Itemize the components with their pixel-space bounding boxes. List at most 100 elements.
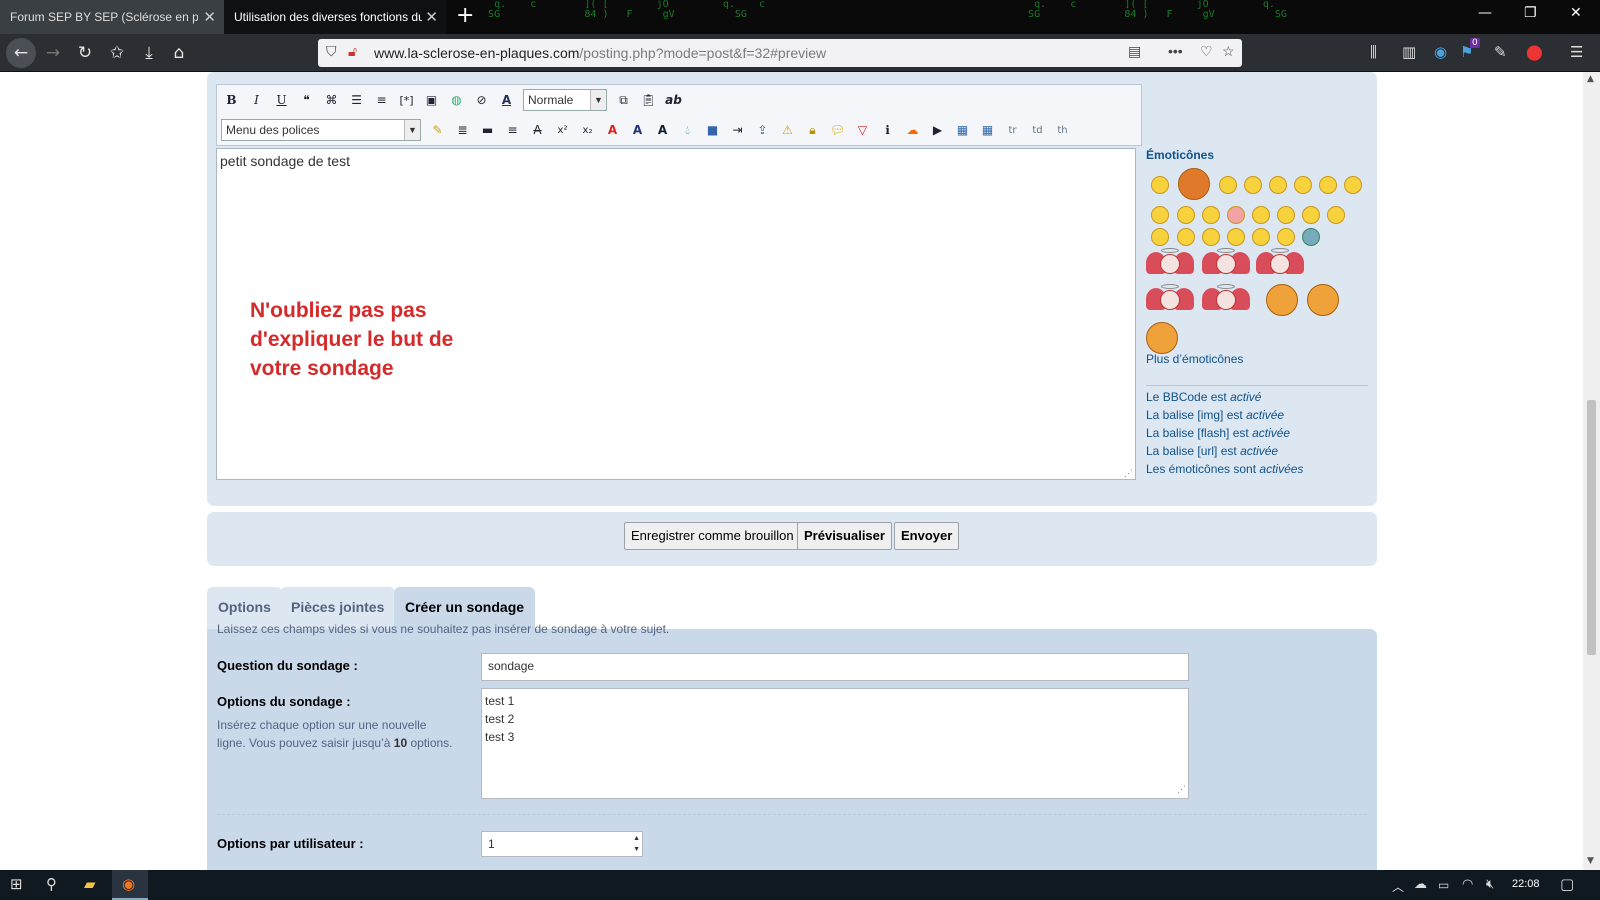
flash-icon[interactable]: ⊘	[473, 92, 490, 109]
paste-icon[interactable]: 📋︎	[640, 92, 657, 109]
smiley-angry-icon[interactable]	[1178, 168, 1210, 200]
smiley-evil-icon[interactable]	[1277, 206, 1295, 224]
angel-heart-icon[interactable]	[1146, 248, 1194, 278]
smiley-big-grin-icon[interactable]	[1307, 284, 1339, 316]
smiley-mad-icon[interactable]	[1177, 206, 1195, 224]
warning-icon[interactable]: ⚠	[779, 122, 796, 139]
speech-icon[interactable]: 💬︎	[829, 122, 846, 139]
pocket-icon[interactable]: ♡	[1200, 43, 1213, 60]
smiley-big-grin-icon[interactable]	[1146, 322, 1178, 354]
table-cell-button[interactable]: td	[1029, 122, 1046, 139]
font-family-select[interactable]: Menu des polices ▼	[221, 119, 421, 141]
tab-forum[interactable]: Forum SEP BY SEP (Sclérose en plaques) ✕	[0, 0, 224, 34]
upload-icon[interactable]: ⇪	[754, 122, 771, 139]
copy-icon[interactable]: ⧉	[615, 92, 632, 109]
insecure-lock-icon[interactable]: 🔓︎	[348, 43, 357, 60]
url-icon[interactable]: ◍	[448, 92, 465, 109]
highlight-icon[interactable]: ✎	[429, 122, 446, 139]
image-icon[interactable]: ▣	[423, 92, 440, 109]
library-icon[interactable]: ⫼	[1370, 43, 1377, 61]
smiley-confused-icon[interactable]	[1319, 176, 1337, 194]
align-right-icon[interactable]: ≡	[504, 122, 521, 139]
download-icon[interactable]: ⤓	[136, 40, 162, 66]
angel-heart-icon[interactable]	[1146, 284, 1194, 314]
stepper-arrows-icon[interactable]: ▲ ▼	[633, 833, 640, 855]
ordered-list-icon[interactable]: ≡	[373, 92, 390, 109]
poll-question-input[interactable]: sondage	[481, 653, 1189, 681]
firefox-taskbar-button[interactable]: ◉	[112, 870, 148, 900]
smiley-grin-icon[interactable]	[1151, 176, 1169, 194]
new-tab-button[interactable]: +	[456, 3, 474, 29]
restore-button[interactable]: ❐	[1524, 5, 1537, 21]
smiley-cry-icon[interactable]	[1252, 206, 1270, 224]
reader-view-icon[interactable]: ▤	[1128, 43, 1141, 60]
page-actions-icon[interactable]: •••	[1168, 43, 1183, 59]
shield-icon[interactable]: ⛉	[326, 43, 337, 60]
pocket-save-icon[interactable]: ✩	[104, 40, 130, 66]
windows-start-icon[interactable]: ⊞	[10, 875, 23, 893]
minimize-button[interactable]: —	[1478, 5, 1492, 21]
extension-icon[interactable]: ⬤	[1526, 43, 1543, 61]
url-text[interactable]: www.la-sclerose-en-plaques.com/posting.p…	[374, 45, 826, 61]
strike-icon[interactable]: A	[529, 122, 546, 139]
align-center-icon[interactable]: ≣	[454, 122, 471, 139]
arrow-icon[interactable]	[1252, 228, 1270, 246]
table-icon[interactable]: ▦	[954, 122, 971, 139]
scroll-down-icon[interactable]: ▼	[1587, 856, 1594, 866]
save-draft-button[interactable]: Enregistrer comme brouillon	[624, 522, 801, 550]
onedrive-icon[interactable]: ☁	[1414, 877, 1427, 892]
italic-button[interactable]: I	[248, 92, 265, 109]
table-row-button[interactable]: tr	[1004, 122, 1021, 139]
font-size-select[interactable]: Normale ▼	[523, 89, 607, 111]
search-icon[interactable]: ⚲	[46, 875, 57, 893]
smiley-sad-icon[interactable]	[1244, 176, 1262, 194]
smiley-geek-icon[interactable]	[1302, 228, 1320, 246]
smiley-roll-icon[interactable]	[1327, 206, 1345, 224]
list-icon[interactable]: ☰	[348, 92, 365, 109]
text-outline-icon[interactable]: A	[654, 122, 671, 139]
text-glow-icon[interactable]: A	[629, 122, 646, 139]
smiley-twisted-icon[interactable]	[1302, 206, 1320, 224]
menu-icon[interactable]: ☰	[1570, 43, 1583, 61]
table-grid-icon[interactable]: ▦	[979, 122, 996, 139]
submit-button[interactable]: Envoyer	[894, 522, 960, 550]
quote-icon[interactable]: ❝	[298, 92, 315, 109]
smiley-big-grin-icon[interactable]	[1266, 284, 1298, 316]
url-bar[interactable]: ⛉ 🔓︎ www.la-sclerose-en-plaques.com/post…	[318, 39, 1242, 67]
list-item-icon[interactable]: [*]	[398, 92, 415, 109]
window-close-button[interactable]: ✕	[1570, 5, 1582, 21]
tab-usage[interactable]: Utilisation des diverses fonctions du fo…	[224, 0, 446, 34]
spoiler-icon[interactable]: ▽	[854, 122, 871, 139]
code-icon[interactable]: ⌘	[323, 92, 340, 109]
video-play-icon[interactable]: ▶	[929, 122, 946, 139]
notifications-icon[interactable]: ▢	[1560, 875, 1574, 893]
superscript-icon[interactable]: x²	[554, 122, 571, 139]
lock-icon[interactable]: 🔒︎	[804, 122, 821, 139]
poll-options-textarea[interactable]: test 1 test 2 test 3 ⋰	[481, 688, 1189, 799]
spellcheck-icon[interactable]: ab	[665, 92, 682, 109]
volume-muted-icon[interactable]: 🔇︎	[1486, 877, 1494, 892]
file-explorer-icon[interactable]: ▰	[84, 875, 96, 893]
bookmark-star-icon[interactable]: ☆	[1222, 43, 1235, 60]
justify-icon[interactable]: ▬	[479, 122, 496, 139]
info-icon[interactable]: ℹ	[879, 122, 896, 139]
direction-icon[interactable]: ⇥	[729, 122, 746, 139]
sidebar-icon[interactable]: ▥	[1402, 43, 1416, 61]
underline-button[interactable]: U	[273, 92, 290, 109]
scrollbar-thumb[interactable]	[1587, 400, 1596, 655]
bbcode-link[interactable]: BBCode	[1163, 390, 1208, 404]
smiley-cool-icon[interactable]	[1344, 176, 1362, 194]
extension-icon[interactable]: ◉	[1434, 43, 1447, 61]
more-smilies-link[interactable]: Plus d’émoticônes	[1146, 352, 1243, 366]
soundcloud-icon[interactable]: ☁	[904, 122, 921, 139]
smiley-eek-icon[interactable]	[1294, 176, 1312, 194]
chevron-up-icon[interactable]: ︿	[1392, 878, 1404, 895]
smiley-neutral-icon[interactable]	[1277, 228, 1295, 246]
angel-heart-icon[interactable]	[1202, 284, 1250, 314]
smiley-happy-icon[interactable]	[1219, 176, 1237, 194]
text-shadow-icon[interactable]: A	[604, 122, 621, 139]
close-icon[interactable]: ✕	[203, 8, 216, 26]
water-icon[interactable]: 💧︎	[679, 122, 696, 139]
smiley-laugh-icon[interactable]	[1151, 206, 1169, 224]
smiley-razz-icon[interactable]	[1202, 206, 1220, 224]
